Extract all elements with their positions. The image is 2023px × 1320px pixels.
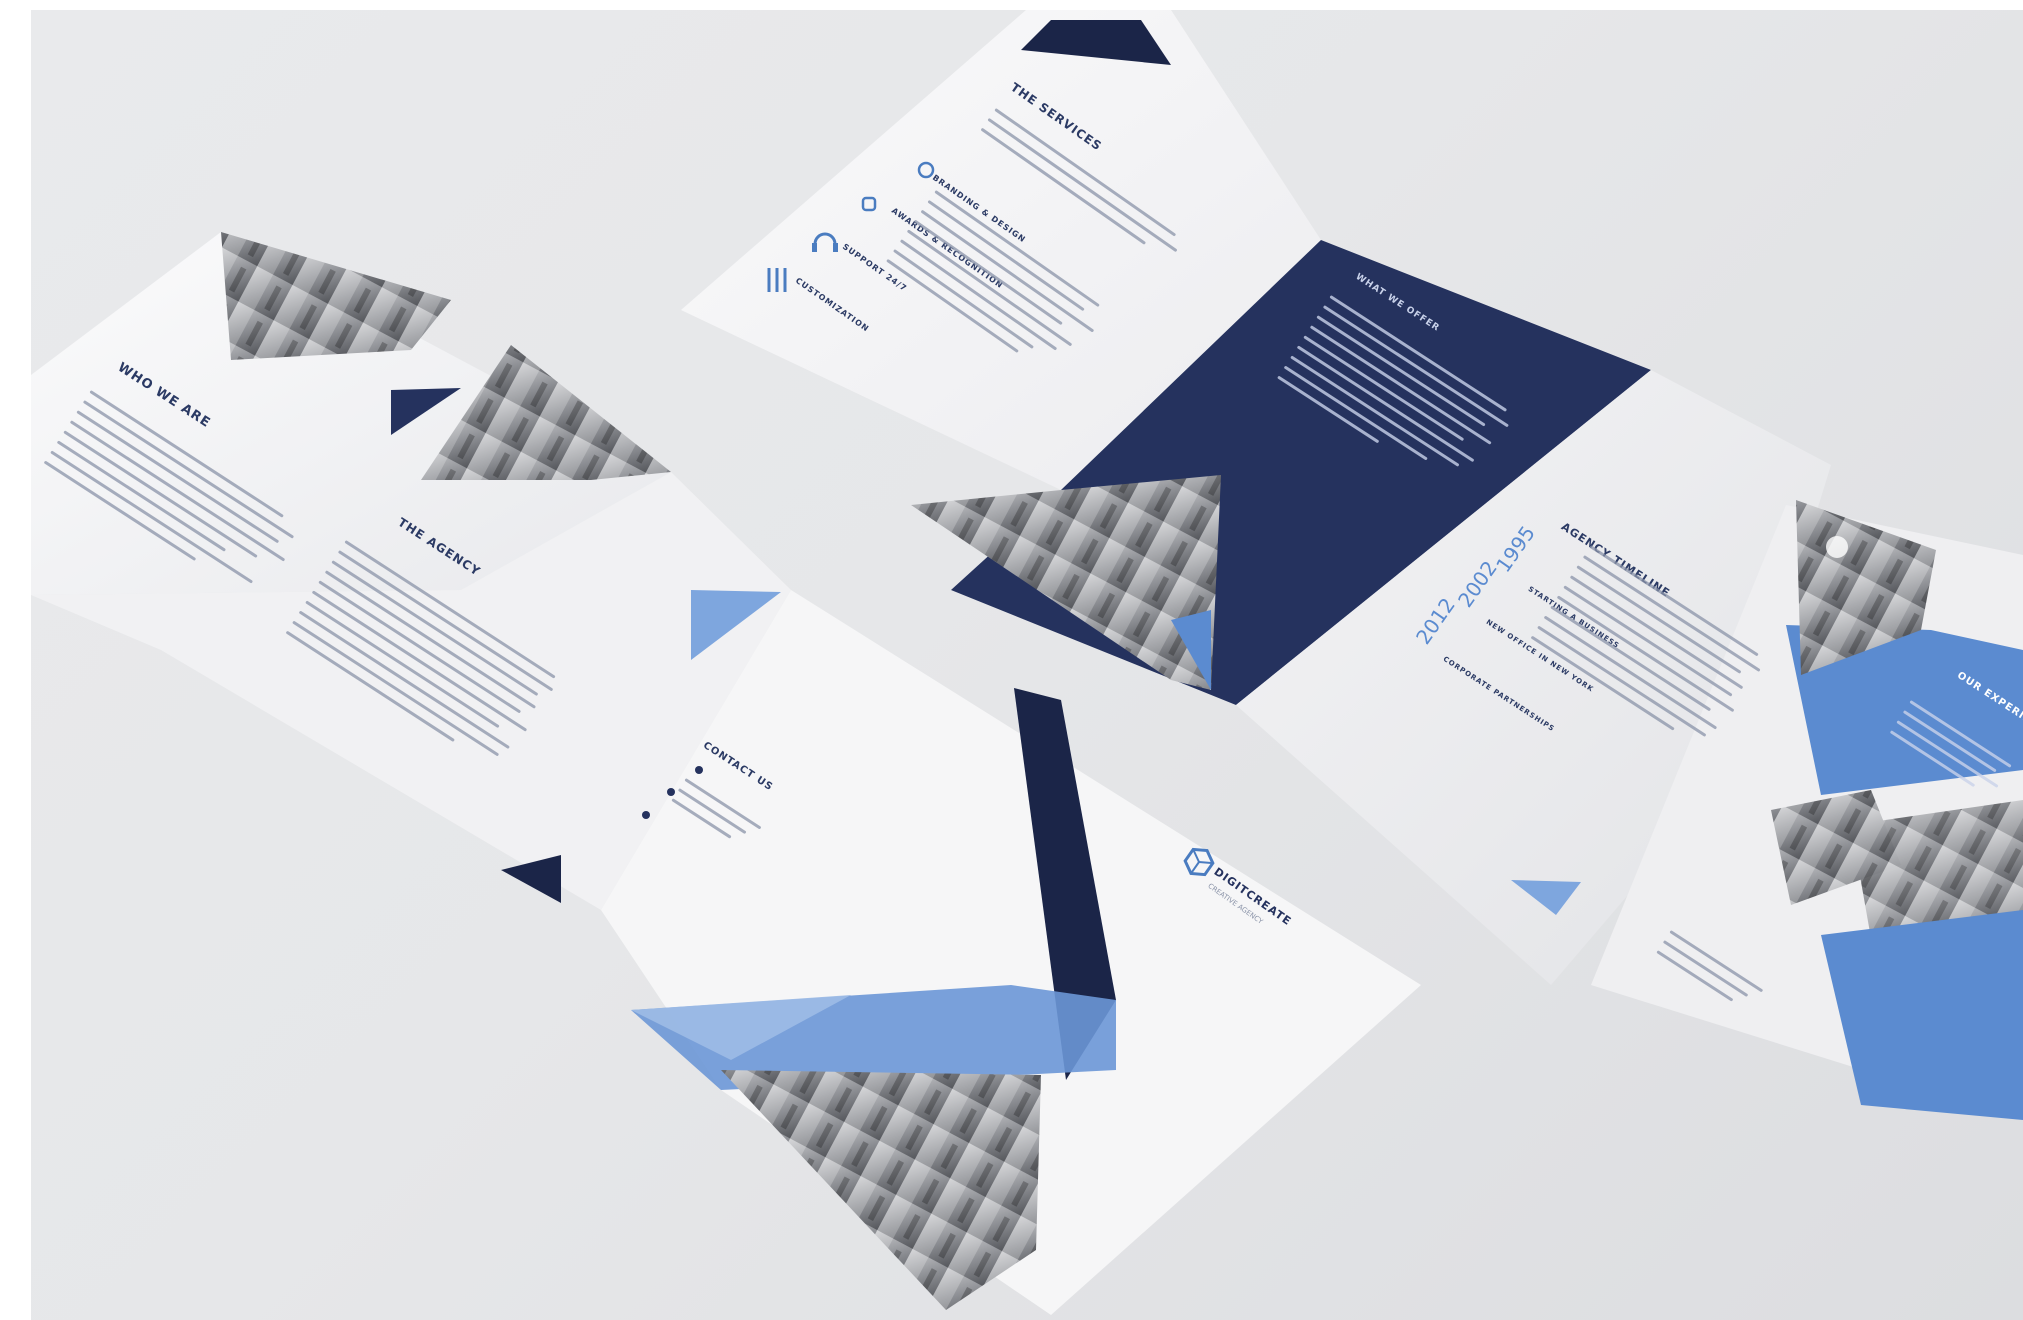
right-brochure: THE SERVICES BRANDING & DESIGN AWARDS & … (31, 10, 2023, 1320)
play-icon (1826, 536, 1848, 558)
experience-blue-triangle (1821, 910, 2023, 1120)
photo-scene: WHO WE ARE THE AGENCY CONTACT US DIGITCR… (31, 10, 2023, 1320)
offer-photo (911, 475, 1221, 690)
